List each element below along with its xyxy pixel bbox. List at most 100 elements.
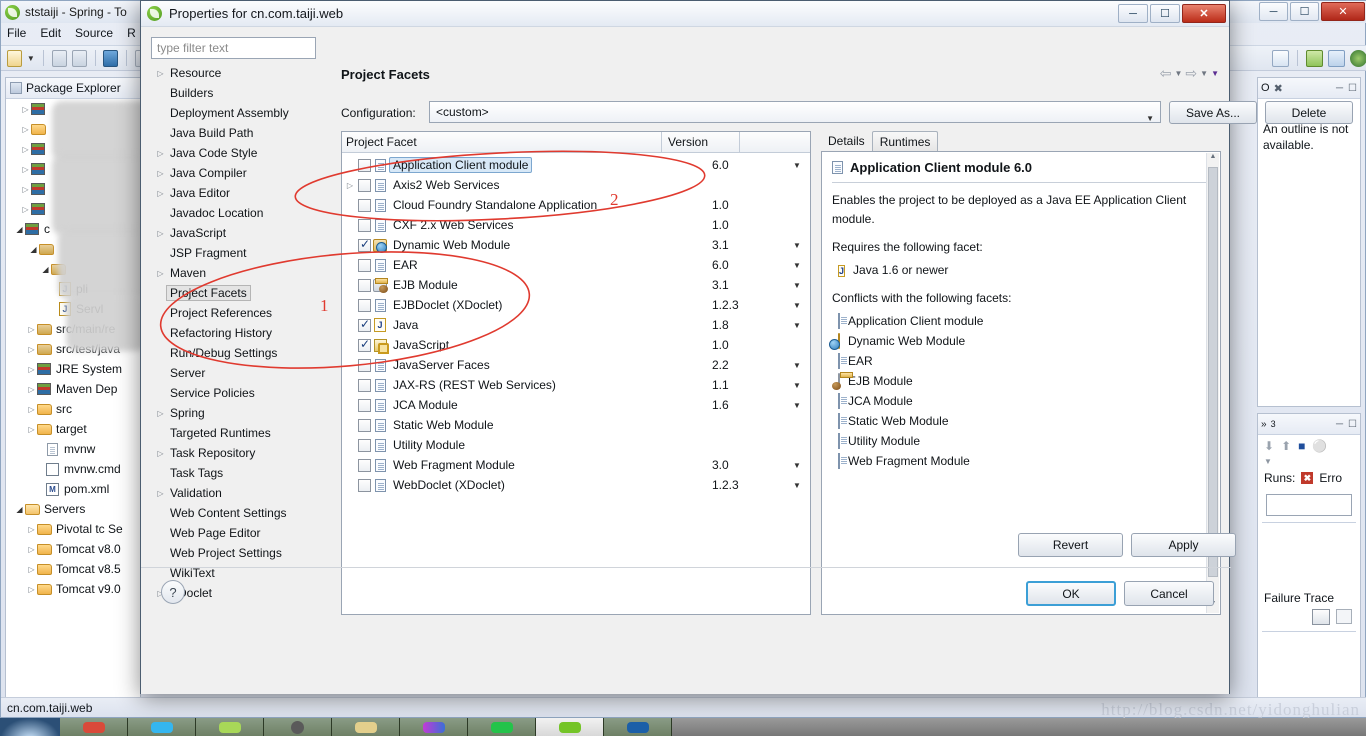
nav-item-java-build-path[interactable]: Java Build Path [151,123,333,143]
version-dropdown-caret-icon[interactable]: ▼ [784,161,810,170]
nav-item-service-policies[interactable]: Service Policies [151,383,333,403]
facet-checkbox[interactable] [358,358,371,372]
collapsed-arrow-icon[interactable]: ▷ [342,181,358,190]
collapsed-arrow-icon[interactable]: ▷ [26,425,37,434]
facet-checkbox[interactable] [358,178,371,192]
facet-checkbox[interactable] [358,317,371,332]
tab-runtimes[interactable]: Runtimes [871,131,939,151]
collapsed-arrow-icon[interactable]: ▷ [155,69,166,78]
start-button[interactable] [0,718,60,736]
configuration-combo[interactable]: <custom> ▼ [429,101,1161,123]
facet-checkbox[interactable] [358,398,371,412]
nav-item-wikitext[interactable]: WikiText [151,563,333,583]
ok-button[interactable]: OK [1026,581,1116,606]
spring-perspective-icon[interactable] [1306,49,1324,67]
version-dropdown-caret-icon[interactable]: ▼ [784,381,810,390]
menu-edit[interactable]: Edit [40,26,61,40]
taskbar-item-7[interactable] [468,718,536,736]
package-tree-item[interactable]: ▷ src [6,399,140,419]
column-header-version[interactable]: Version [662,132,740,152]
taskbar-item-2[interactable] [128,718,196,736]
collapsed-arrow-icon[interactable]: ▷ [26,585,37,594]
nav-item-maven[interactable]: ▷ Maven [151,263,333,283]
facet-row[interactable]: JavaScript 1.0 [342,335,810,355]
nav-item-java-code-style[interactable]: ▷ Java Code Style [151,143,333,163]
facet-row[interactable]: Dynamic Web Module 3.1 ▼ [342,235,810,255]
facet-checkbox[interactable] [358,478,371,492]
collapsed-arrow-icon[interactable]: ▷ [155,169,166,178]
nav-item-web-page-editor[interactable]: Web Page Editor [151,523,333,543]
nav-item-spring[interactable]: ▷ Spring [151,403,333,423]
taskbar-item-3[interactable] [196,718,264,736]
properties-nav-tree[interactable]: ▷ Resource Builders Deployment Assembly Java… [151,63,333,633]
save-as-button[interactable]: Save As... [1169,101,1257,124]
version-dropdown-caret-icon[interactable]: ▼ [784,461,810,470]
dialog-close-button[interactable]: ✕ [1182,4,1226,23]
forward-arrow-icon[interactable]: ⇨ [1185,65,1197,82]
facet-checkbox[interactable] [358,278,371,292]
project-facet-table[interactable]: Project Facet Version Application Client… [341,131,811,615]
collapsed-arrow-icon[interactable]: ▷ [26,345,37,354]
debug-perspective-icon[interactable] [1350,49,1366,67]
tab-details[interactable]: Details [821,131,872,151]
nav-item-jsp-fragment[interactable]: JSP Fragment [151,243,333,263]
junit-tab[interactable]: » 3 ─ ☐ [1258,414,1360,435]
junit-view-menu-icon[interactable]: ▼ [1258,457,1360,466]
package-tree-item[interactable]: ▷ Tomcat v8.0 [6,539,140,559]
nav-item-refactoring-history[interactable]: Refactoring History [151,323,333,343]
back-dropdown-caret-icon[interactable]: ▼ [1175,69,1183,78]
previous-failure-icon[interactable]: ⬆ [1281,439,1291,453]
expanded-arrow-icon[interactable]: ◢ [40,265,51,274]
facet-row[interactable]: Static Web Module [342,415,810,435]
back-arrow-icon[interactable]: ⇦ [1160,65,1172,82]
facet-checkbox[interactable] [358,438,371,452]
nav-item-web-content-settings[interactable]: Web Content Settings [151,503,333,523]
facet-row[interactable]: ▷ Axis2 Web Services [342,175,810,195]
collapsed-arrow-icon[interactable]: ▷ [20,105,31,114]
revert-button[interactable]: Revert [1018,533,1123,557]
collapsed-arrow-icon[interactable]: ▷ [26,385,37,394]
nav-item-javadoc-location[interactable]: Javadoc Location [151,203,333,223]
copy-trace-icon[interactable] [1336,609,1352,624]
facet-checkbox[interactable] [358,237,371,252]
forward-dropdown-caret-icon[interactable]: ▼ [1200,69,1208,78]
facet-row[interactable]: JavaServer Faces 2.2 ▼ [342,355,810,375]
facet-checkbox[interactable] [358,198,371,212]
column-header-facet[interactable]: Project Facet [342,132,662,152]
nav-item-java-compiler[interactable]: ▷ Java Compiler [151,163,333,183]
open-perspective-icon[interactable] [1272,49,1290,67]
next-failure-icon[interactable]: ⬇ [1264,439,1274,453]
nav-item-resource[interactable]: ▷ Resource [151,63,333,83]
facet-checkbox[interactable] [358,458,371,472]
taskbar-item-8-active[interactable] [536,718,604,736]
version-dropdown-caret-icon[interactable]: ▼ [784,401,810,410]
apply-button[interactable]: Apply [1131,533,1236,557]
package-tree-item[interactable]: Mpom.xml [6,479,140,499]
nav-item-server[interactable]: Server [151,363,333,383]
version-dropdown-caret-icon[interactable]: ▼ [784,361,810,370]
facet-row[interactable]: Web Fragment Module 3.0 ▼ [342,455,810,475]
collapsed-arrow-icon[interactable]: ▷ [26,325,37,334]
taskbar-item-1[interactable] [60,718,128,736]
restore-button[interactable]: ☐ [1290,2,1319,21]
collapsed-arrow-icon[interactable]: ▷ [26,365,37,374]
taskbar-item-4[interactable] [264,718,332,736]
taskbar-item-6[interactable] [400,718,468,736]
package-tree-item[interactable]: ▷ Maven Dep [6,379,140,399]
dialog-restore-button[interactable]: ☐ [1150,4,1180,23]
nav-item-builders[interactable]: Builders [151,83,333,103]
menu-file[interactable]: File [7,26,26,40]
collapsed-arrow-icon[interactable]: ▷ [155,149,166,158]
collapsed-arrow-icon[interactable]: ▷ [26,405,37,414]
taskbar-item-9[interactable] [604,718,672,736]
maximize-view-icon[interactable]: ☐ [1348,83,1357,94]
package-tree-item[interactable]: ▷ target [6,419,140,439]
version-dropdown-caret-icon[interactable]: ▼ [784,301,810,310]
collapsed-arrow-icon[interactable]: ▷ [155,489,166,498]
maximize-junit-icon[interactable]: ☐ [1348,419,1357,430]
collapsed-arrow-icon[interactable]: ▷ [26,545,37,554]
expanded-arrow-icon[interactable]: ◢ [28,245,39,254]
package-tree-item[interactable]: ▷ JRE System [6,359,140,379]
outline-close-icon[interactable]: ✖ [1274,82,1283,95]
facet-checkbox[interactable] [358,418,371,432]
